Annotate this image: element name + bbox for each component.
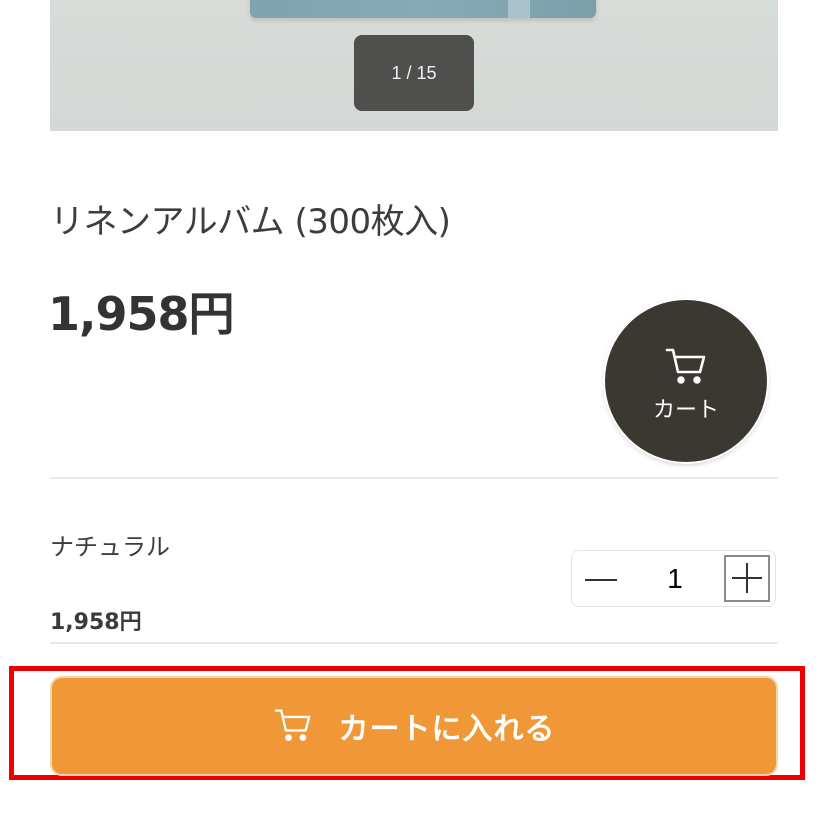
variant-name: ナチュラル	[50, 533, 170, 561]
add-to-cart-label: カートに入れる	[338, 712, 556, 747]
cart-icon	[664, 346, 708, 386]
add-to-cart-button[interactable]: カートに入れる	[52, 678, 776, 774]
minus-icon[interactable]	[582, 559, 620, 599]
floating-cart-button[interactable]: カート	[605, 300, 767, 462]
plus-icon[interactable]	[724, 555, 770, 602]
quantity-value[interactable]: 1	[647, 559, 703, 599]
product-title: リネンアルバム (300枚入)	[50, 202, 451, 242]
product-detail-page: 1 / 15 リネンアルバム (300枚入) 1,958円 カート ナチュラル …	[0, 0, 828, 828]
product-image[interactable]: 1 / 15	[50, 0, 778, 131]
divider	[50, 477, 778, 479]
album-photo	[250, 0, 596, 18]
floating-cart-label: カート	[652, 398, 719, 423]
product-price: 1,958円	[48, 287, 235, 341]
album-band	[508, 0, 530, 18]
quantity-stepper: 1	[571, 550, 776, 607]
variant-price: 1,958円	[50, 610, 142, 635]
image-counter: 1 / 15	[354, 35, 474, 111]
cart-icon	[273, 707, 313, 743]
divider	[50, 642, 778, 644]
